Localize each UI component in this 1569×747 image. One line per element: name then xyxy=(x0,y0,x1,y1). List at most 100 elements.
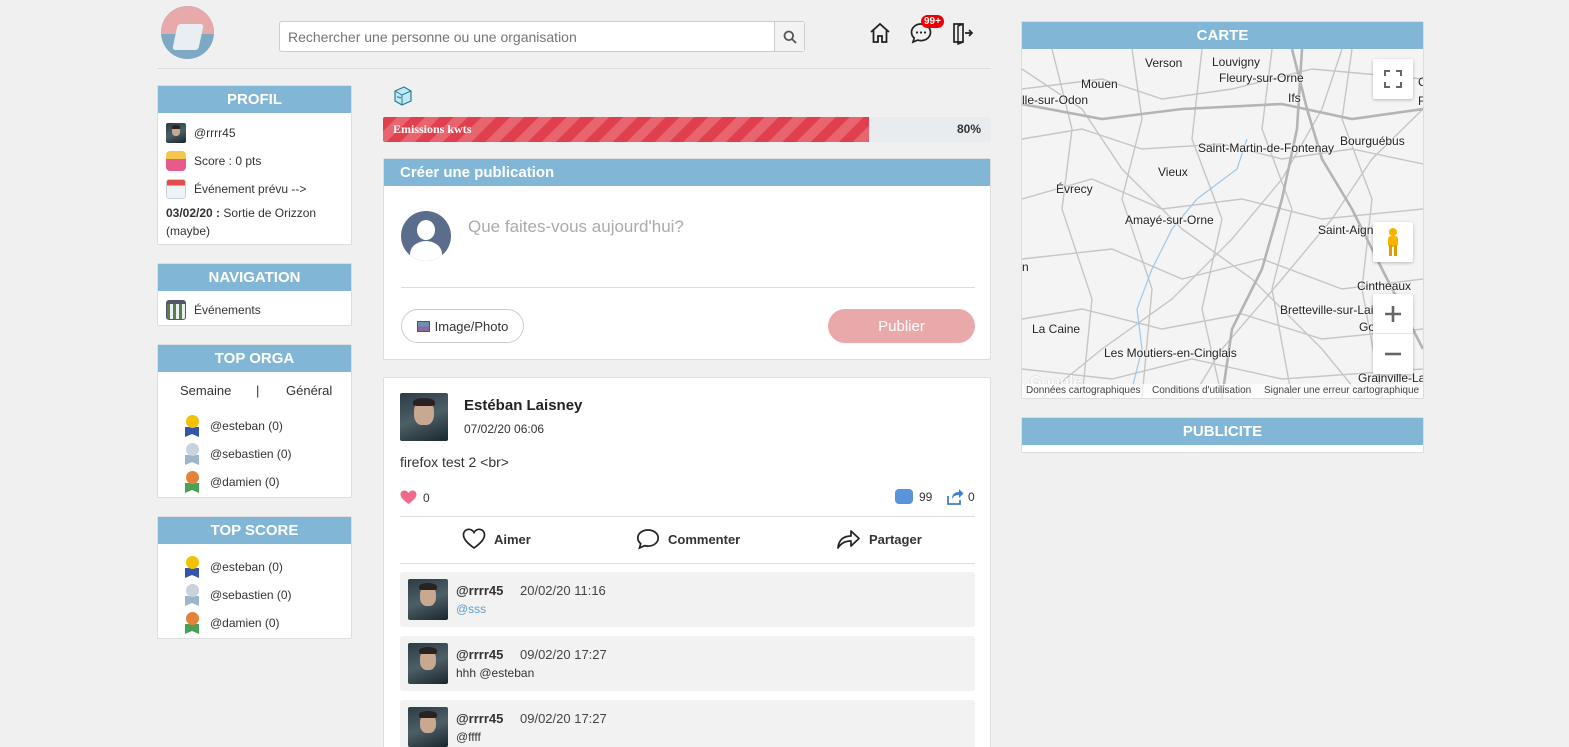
profile-username[interactable]: @rrrr45 xyxy=(194,126,236,140)
logout-icon xyxy=(953,23,974,45)
ranking-name: @damien (0) xyxy=(210,616,280,630)
default-avatar-icon xyxy=(401,211,451,261)
map-place-label: Vieux xyxy=(1158,165,1188,179)
bronze-medal-icon xyxy=(182,612,202,634)
ranking-item[interactable]: @sebastien (0) xyxy=(182,443,292,465)
author-avatar[interactable] xyxy=(400,393,448,441)
map-place-label: C xyxy=(1418,75,1423,89)
profile-event-label: Événement prévu --> xyxy=(194,182,307,196)
search-button[interactable] xyxy=(774,22,804,51)
trophy-icon xyxy=(166,151,186,171)
home-icon xyxy=(870,22,890,43)
zoom-out-button[interactable] xyxy=(1373,334,1413,374)
user-avatar[interactable] xyxy=(166,123,186,143)
ranking-item[interactable]: @esteban (0) xyxy=(182,415,283,437)
like-label: Aimer xyxy=(494,531,531,547)
image-photo-button[interactable]: Image/Photo xyxy=(401,309,524,343)
fullscreen-icon xyxy=(1384,70,1402,88)
share-label: Partager xyxy=(869,531,922,547)
map-place-label: F xyxy=(1418,94,1423,108)
fullscreen-button[interactable] xyxy=(1373,59,1413,99)
silver-medal-icon xyxy=(182,584,202,606)
map-footer: Données cartographiques Conditions d'uti… xyxy=(1022,384,1423,398)
ranking-name: @damien (0) xyxy=(210,475,280,489)
map-place-label: Saint-Martin-de-Fontenay xyxy=(1198,141,1335,155)
share-icon xyxy=(947,489,964,505)
map-place-label: Évrecy xyxy=(1056,182,1093,196)
top-orga-title: TOP ORGA xyxy=(158,345,351,372)
map-report-link[interactable]: Signaler une erreur cartographique xyxy=(1264,385,1419,396)
minus-icon xyxy=(1385,352,1401,356)
tab-separator: | xyxy=(256,383,260,398)
create-post-panel: Créer une publication Que faites-vous au… xyxy=(383,158,991,360)
nav-item-label: Événements xyxy=(194,303,261,317)
home-button[interactable] xyxy=(867,20,893,46)
site-logo[interactable] xyxy=(161,6,214,59)
comment-date: 09/02/20 17:27 xyxy=(520,711,607,726)
event-name[interactable]: Sortie de Orizzon xyxy=(223,206,316,220)
street-view-button[interactable] xyxy=(1373,222,1413,262)
calendar-icon xyxy=(166,179,186,199)
tab-general[interactable]: Général xyxy=(286,383,332,398)
map-place-label: Louvigny xyxy=(1212,55,1261,69)
comments-count[interactable]: 99 xyxy=(895,489,932,504)
comment-avatar[interactable] xyxy=(408,579,448,620)
navigation-panel: NAVIGATION Événements xyxy=(157,263,352,326)
comment-text[interactable]: @sss xyxy=(456,602,486,616)
plus-icon xyxy=(1385,305,1401,322)
share-button[interactable]: Partager xyxy=(836,528,922,550)
like-button[interactable]: Aimer xyxy=(462,528,531,550)
navigation-title: NAVIGATION xyxy=(158,264,351,291)
comment-author[interactable]: @rrrr45 xyxy=(456,647,503,662)
map-view[interactable]: Verson Louvigny Mouen Fleury-sur-Orne ll… xyxy=(1022,49,1423,398)
likes-count[interactable]: 0 xyxy=(400,490,430,505)
map-place-label: Amayé-sur-Orne xyxy=(1125,213,1214,227)
post-textarea[interactable]: Que faites-vous aujourd'hui? xyxy=(468,217,684,237)
search-bar xyxy=(279,21,805,52)
nav-item-events[interactable]: Événements xyxy=(166,300,261,320)
bronze-medal-icon xyxy=(182,471,202,493)
comment-item: @rrrr45 09/02/20 17:27 @ffff xyxy=(400,700,975,747)
top-score-title: TOP SCORE xyxy=(158,517,351,544)
shares-count[interactable]: 0 xyxy=(946,488,975,506)
ranking-name: @sebastien (0) xyxy=(210,447,292,461)
messages-button[interactable]: 99+ xyxy=(908,15,944,46)
comment-author[interactable]: @rrrr45 xyxy=(456,711,503,726)
gold-medal-icon xyxy=(182,415,202,437)
logout-button[interactable] xyxy=(949,20,975,46)
post-author[interactable]: Estéban Laisney xyxy=(464,397,582,414)
comment-item: @rrrr45 20/02/20 11:16 @sss xyxy=(400,572,975,627)
ranking-item[interactable]: @sebastien (0) xyxy=(182,584,292,606)
heart-outline-icon xyxy=(462,528,486,550)
shares-value: 0 xyxy=(968,490,975,504)
map-place-label: Ifs xyxy=(1288,91,1301,105)
comment-label: Commenter xyxy=(668,531,741,547)
ads-title: PUBLICITE xyxy=(1022,418,1423,445)
comment-button[interactable]: Commenter xyxy=(636,528,740,550)
comment-avatar[interactable] xyxy=(408,707,448,747)
tab-week[interactable]: Semaine xyxy=(180,383,231,398)
gold-medal-icon xyxy=(182,556,202,578)
comment-author[interactable]: @rrrr45 xyxy=(456,583,503,598)
zoom-controls xyxy=(1373,294,1413,374)
search-icon xyxy=(783,30,797,44)
ranking-name: @sebastien (0) xyxy=(210,588,292,602)
search-input[interactable] xyxy=(280,22,774,51)
comment-avatar[interactable] xyxy=(408,643,448,684)
ranking-name: @esteban (0) xyxy=(210,419,283,433)
post-text: firefox test 2 <br> xyxy=(400,454,509,470)
publish-button[interactable]: Publier xyxy=(828,309,975,343)
ranking-item[interactable]: @damien (0) xyxy=(182,471,280,493)
comment-text: @ffff xyxy=(456,730,481,744)
zoom-in-button[interactable] xyxy=(1373,294,1413,334)
ranking-item[interactable]: @esteban (0) xyxy=(182,556,283,578)
map-data-link[interactable]: Données cartographiques xyxy=(1026,385,1141,396)
top-header: 99+ xyxy=(157,0,991,69)
image-button-label: Image/Photo xyxy=(434,318,509,334)
ranking-item[interactable]: @damien (0) xyxy=(182,612,280,634)
map-place-label: Bretteville-sur-Lai xyxy=(1280,303,1374,317)
map-terms-link[interactable]: Conditions d'utilisation xyxy=(1152,385,1251,396)
image-icon xyxy=(416,320,430,332)
heart-filled-icon xyxy=(400,490,417,504)
comments-icon xyxy=(895,489,913,504)
